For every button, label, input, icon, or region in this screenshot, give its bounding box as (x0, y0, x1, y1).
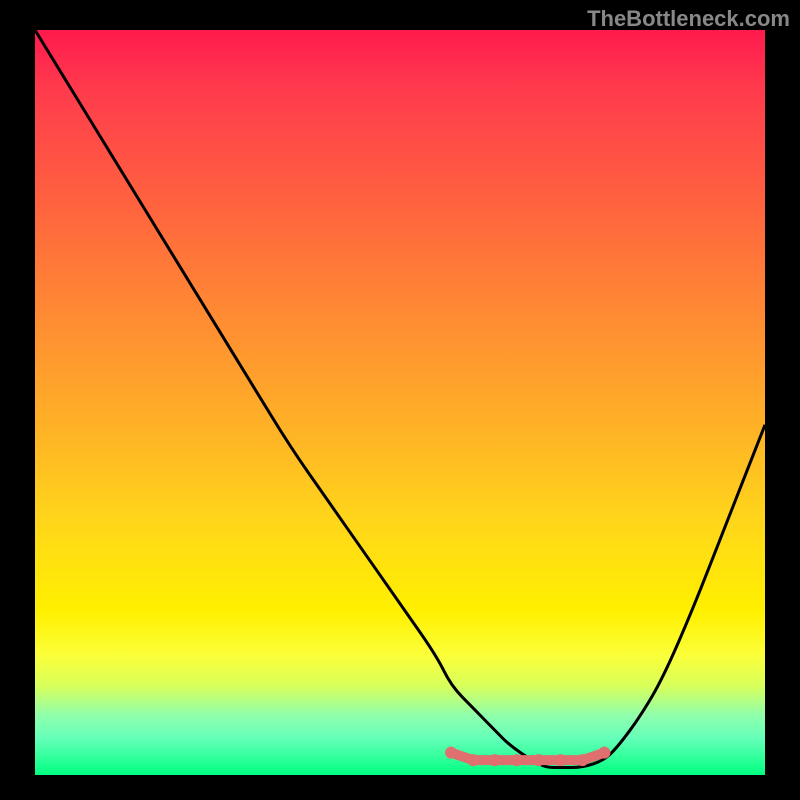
bottleneck-curve (35, 30, 765, 768)
marker-dots (445, 747, 610, 766)
marker-dot (555, 754, 567, 766)
curve-svg (35, 30, 765, 775)
marker-dot (467, 754, 479, 766)
marker-dot (577, 754, 589, 766)
marker-dot (489, 754, 501, 766)
marker-dot (511, 754, 523, 766)
chart-container: TheBottleneck.com (0, 0, 800, 800)
watermark-text: TheBottleneck.com (587, 6, 790, 32)
marker-dot (445, 747, 457, 759)
plot-area (35, 30, 765, 775)
marker-dot (598, 747, 610, 759)
marker-dot (533, 754, 545, 766)
